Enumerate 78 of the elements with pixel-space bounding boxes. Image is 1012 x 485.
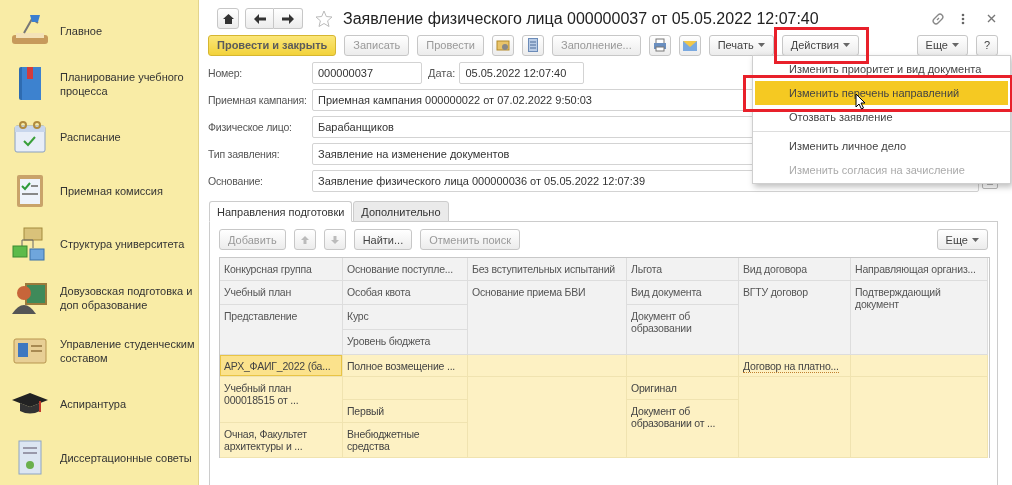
toolbar-icon-button[interactable] — [678, 34, 701, 56]
column-header: Представление — [220, 305, 343, 355]
close-icon[interactable] — [987, 14, 996, 23]
caret-icon — [972, 237, 979, 242]
dropdown-button[interactable]: Печать — [708, 34, 774, 56]
table-cell: Внебюджетные средства — [343, 423, 468, 458]
sidebar-item[interactable]: Структура университета — [60, 237, 196, 252]
more-icon[interactable] — [961, 12, 965, 25]
column-header: Льгота — [627, 258, 739, 281]
sidebar-item[interactable]: Расписание — [60, 130, 196, 145]
cell-link[interactable]: Договор на платно... — [743, 360, 839, 373]
toolbar-button[interactable]: Найти... — [353, 229, 413, 250]
caret-icon — [952, 43, 959, 47]
column-header: Вид договора — [739, 258, 851, 281]
input-field[interactable]: 000000037 — [312, 62, 422, 84]
table-cell: АРХ_ФАИГ_2022 (ба... — [220, 355, 343, 377]
field-label: Основание: — [208, 175, 264, 187]
column-header: Подтверждающий документ — [851, 281, 988, 355]
input-field[interactable]: 05.05.2022 12:07:40 — [459, 62, 585, 84]
link-icon[interactable] — [931, 11, 945, 26]
field-label: Дата: — [428, 67, 456, 79]
table-cell: Первый — [343, 400, 468, 423]
dropdown-button[interactable]: Действия — [781, 34, 859, 56]
up-arrow-icon — [299, 234, 310, 245]
forward-arrow-icon — [282, 13, 294, 24]
toolbar-icon-button[interactable] — [522, 34, 544, 56]
toolbar-button[interactable]: ? — [976, 34, 998, 56]
back-arrow-icon — [253, 13, 266, 24]
back-button[interactable] — [245, 8, 274, 29]
column-header: ВГТУ договор — [739, 281, 851, 355]
table-cell: Оригинал — [627, 377, 739, 400]
column-header: Учебный план — [220, 281, 343, 305]
primary-button[interactable]: Провести и закрыть — [208, 34, 337, 56]
column-header: Курс — [343, 305, 468, 330]
field-label: Приемная кампания: — [208, 94, 308, 106]
folder-gear-icon — [496, 38, 510, 52]
menu-item[interactable]: Изменить приоритет и вид документа — [755, 57, 1008, 81]
sidebar-item[interactable]: Планирование учебного процесса — [60, 70, 196, 99]
forward-button[interactable] — [274, 8, 303, 29]
caret-icon — [757, 43, 765, 47]
column-header: Без вступительных испытаний — [468, 258, 627, 281]
field-label: Номер: — [208, 67, 244, 79]
field-label: Физическое лицо: — [208, 121, 293, 133]
tab[interactable]: Дополнительно — [353, 201, 449, 222]
column-header: Уровень бюджета — [343, 330, 468, 355]
sidebar-item[interactable]: Довузовская подготовка и доп образование — [60, 283, 196, 312]
list-icon — [528, 38, 538, 52]
envelope-icon — [681, 38, 698, 52]
toolbar-icon-button[interactable] — [492, 34, 514, 56]
toolbar-icon-button[interactable] — [648, 34, 671, 56]
printer-icon — [652, 38, 667, 52]
table-cell: Документ об образовании от ... — [627, 400, 739, 458]
column-header: Основание приема БВИ — [468, 281, 627, 355]
field-label: Тип заявления: — [208, 148, 281, 160]
sidebar-item[interactable]: Главное — [60, 23, 196, 38]
caret-icon — [842, 43, 850, 47]
dropdown-button[interactable]: Еще — [936, 229, 988, 250]
table-cell: Полное возмещение ... — [343, 355, 468, 377]
sidebar-item[interactable]: Приемная комиссия — [60, 183, 196, 198]
sidebar-item[interactable]: Аспирантура — [60, 397, 196, 412]
column-header: Особая квота — [343, 281, 468, 305]
table-cell: Учебный план 000018515 от ... — [220, 377, 343, 423]
table-cell: Очная, Факультет архитектуры и ... — [220, 423, 343, 458]
home-button[interactable] — [217, 8, 239, 29]
star-icon[interactable] — [315, 9, 333, 28]
home-icon — [222, 13, 234, 24]
column-header: Конкурсная группа — [220, 258, 343, 281]
tab[interactable]: Направления подготовки — [209, 201, 353, 222]
window-title: Заявление физического лица 000000037 от 05.05.2022 12:07:40 — [343, 9, 820, 28]
down-arrow-icon — [329, 234, 340, 245]
column-header: Вид документа — [627, 281, 739, 305]
menu-item[interactable]: Изменить перечень направлений — [755, 81, 1008, 105]
sidebar-item[interactable]: Диссертационные советы — [60, 450, 196, 465]
sidebar-item[interactable]: Управление студенческим составом — [60, 337, 196, 366]
column-header: Документ об образовании — [627, 305, 739, 355]
column-header: Направляющая организ... — [851, 258, 988, 281]
dropdown-button[interactable]: Еще — [916, 34, 968, 56]
column-header: Основание поступле... — [343, 258, 468, 281]
